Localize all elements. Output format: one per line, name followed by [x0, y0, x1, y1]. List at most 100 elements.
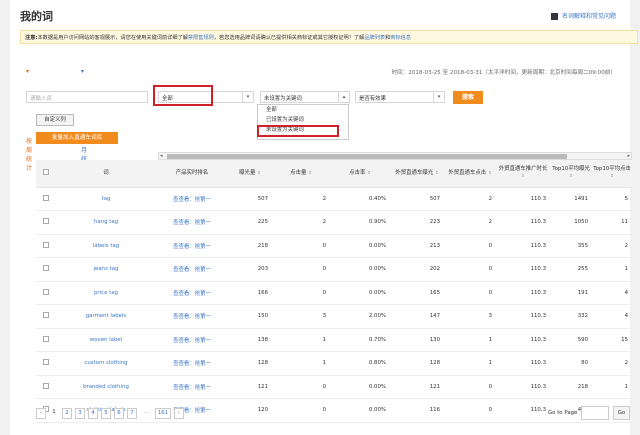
chevron-down-icon: ▾: [242, 92, 253, 102]
row-checkbox[interactable]: [43, 335, 49, 342]
rank-action-link[interactable]: 查查看：抢第一: [156, 234, 228, 258]
row-checkbox[interactable]: [43, 218, 49, 225]
keyword-cell[interactable]: tag: [56, 187, 156, 211]
col-header-top10-clicks[interactable]: Top10平均点击 ⇕: [592, 160, 632, 188]
table-row: price tag 查查看：抢第一 166 0 0.00% 165 0 110.3 191 4: [36, 281, 632, 305]
help-link[interactable]: 名词解释和常见问题: [550, 11, 616, 20]
row-checkbox[interactable]: [43, 194, 49, 201]
cell-p4p_exp: 507: [390, 187, 444, 211]
cell-ctr: 0.00%: [330, 398, 390, 423]
page-6[interactable]: 6: [114, 408, 124, 419]
row-checkbox[interactable]: [43, 288, 49, 295]
trademark-link[interactable]: 商标信息: [390, 35, 411, 41]
tab-weekly[interactable]: 按周统计 ▾: [26, 68, 32, 172]
page-7[interactable]: 7: [127, 408, 137, 419]
table-row: jeans tag 查查看：抢第一 203 0 0.00% 202 0 110.3 255 1: [36, 257, 632, 282]
col-header-top10-exposure[interactable]: Top10平均曝光 ⇕: [550, 160, 592, 188]
tab-monthly[interactable]: 按月统计 ▾: [81, 68, 87, 172]
cell-p4p_exp: 223: [390, 210, 444, 235]
keyword-cell[interactable]: price tag: [56, 281, 156, 305]
brand-list-link[interactable]: 品牌列表: [364, 35, 385, 41]
cell-top_exp: 255: [550, 257, 592, 282]
col-header-p4p-exposure[interactable]: 外贸直通车曝光 ⇕: [390, 160, 444, 188]
prev-page-button[interactable]: ‹: [36, 408, 46, 419]
row-checkbox[interactable]: [43, 265, 49, 272]
row-checkbox[interactable]: [43, 312, 49, 319]
table-row: branded clothing 查查看：抢第一 121 0 0.00% 121 0 110.…: [36, 375, 632, 399]
cell-p4p_exp: 165: [390, 281, 444, 305]
cell-exposure: 203: [228, 257, 272, 282]
page-last[interactable]: 161: [155, 408, 171, 419]
cell-top_clk: 15: [592, 328, 632, 352]
highlight-box-select1: [153, 85, 213, 106]
keyword-cell[interactable]: garment labels: [56, 304, 156, 329]
keyword-cell[interactable]: woven label: [56, 328, 156, 352]
col-header-exposure[interactable]: 曝光量 ⇕: [228, 160, 272, 188]
horizontal-scrollbar[interactable]: ◂ ▸: [158, 152, 632, 160]
select-all-checkbox[interactable]: [43, 168, 49, 175]
scrollbar-thumb[interactable]: [167, 154, 567, 159]
rank-action-link[interactable]: 查查看：抢第一: [156, 281, 228, 305]
keyword-setting-select[interactable]: 未设置为关键词 ▴: [260, 91, 350, 103]
rank-action-link[interactable]: 查查看：抢第一: [156, 304, 228, 329]
page-1[interactable]: 1: [49, 408, 59, 419]
page-3[interactable]: 3: [75, 408, 85, 419]
cell-p4p_dur: 110.3: [496, 304, 550, 329]
col-header-p4p-clicks[interactable]: 外贸直通车点击 ⇕: [444, 160, 496, 188]
keyword-cell[interactable]: jeans tag: [56, 257, 156, 282]
go-button[interactable]: Go: [613, 406, 630, 420]
keyword-table: 词 产品实时排名 曝光量 ⇕ 点击量 ⇕ 点击率 ⇕ 外贸直通车曝光 ⇕ 外贸直…: [36, 160, 632, 423]
search-button[interactable]: 搜索: [453, 91, 483, 104]
cell-exposure: 166: [228, 281, 272, 305]
rank-action-link[interactable]: 查查看：抢第一: [156, 351, 228, 376]
cell-top_exp: 80: [550, 351, 592, 376]
rank-action-link[interactable]: 查查看：抢第一: [156, 257, 228, 282]
cell-p4p_exp: 121: [390, 375, 444, 399]
rank-action-link[interactable]: 查查看：抢第一: [156, 328, 228, 352]
page-4[interactable]: 4: [88, 408, 98, 419]
page-5[interactable]: 5: [101, 408, 111, 419]
goto-label: Go to Page: [548, 410, 578, 416]
keyword-cell[interactable]: custom clothing: [56, 351, 156, 376]
col-header-p4p-duration[interactable]: 外贸直通车推广时长 ⇕: [496, 160, 550, 188]
custom-columns-button[interactable]: 自定义列: [36, 114, 74, 126]
cell-clicks: 2: [272, 187, 330, 211]
batch-add-button[interactable]: 批量加入直通车词库: [36, 132, 118, 144]
effect-select[interactable]: 是否有效果 ▾: [355, 91, 445, 103]
chevron-down-icon: ▾: [433, 92, 444, 102]
cell-top_clk: 2: [592, 351, 632, 376]
keyword-input[interactable]: 请输入词: [26, 91, 148, 103]
cell-p4p_clk: 2: [444, 187, 496, 211]
row-checkbox[interactable]: [43, 382, 49, 389]
rules-link[interactable]: 禁限售规则: [188, 35, 214, 41]
goto-page-input[interactable]: [581, 406, 609, 420]
cell-top_exp: 1050: [550, 210, 592, 235]
row-checkbox[interactable]: [43, 241, 49, 248]
keyword-cell[interactable]: branded clothing: [56, 375, 156, 399]
cell-p4p_dur: 110.3: [496, 210, 550, 235]
next-page-button[interactable]: ›: [174, 408, 184, 419]
keyword-cell[interactable]: hang tag: [56, 210, 156, 235]
cell-p4p_clk: 0: [444, 375, 496, 399]
col-header-ctr[interactable]: 点击率 ⇕: [330, 160, 390, 188]
col-header-clicks[interactable]: 点击量 ⇕: [272, 160, 330, 188]
cell-clicks: 0: [272, 281, 330, 305]
table-row: woven label 查查看：抢第一 138 1 0.70% 130 1 110.3 590 1…: [36, 328, 632, 352]
page-2[interactable]: 2: [62, 408, 72, 419]
scroll-right-icon[interactable]: ▸: [627, 153, 630, 159]
cell-p4p_exp: 130: [390, 328, 444, 352]
cell-p4p_dur: 110.3: [496, 351, 550, 376]
scroll-left-icon[interactable]: ◂: [160, 153, 163, 159]
cell-ctr: 0.00%: [330, 281, 390, 305]
cell-exposure: 128: [228, 351, 272, 376]
row-checkbox[interactable]: [43, 359, 49, 366]
cell-exposure: 121: [228, 375, 272, 399]
rank-action-link[interactable]: 查查看：抢第一: [156, 375, 228, 399]
dropdown-option-all[interactable]: 全部: [258, 105, 348, 115]
dropdown-option-set[interactable]: 已设置为关键词: [258, 115, 348, 125]
cell-ctr: 0.40%: [330, 187, 390, 211]
rank-action-link[interactable]: 查查看：抢第一: [156, 210, 228, 235]
keyword-cell[interactable]: labels tag: [56, 234, 156, 258]
cell-exposure: 150: [228, 304, 272, 329]
rank-action-link[interactable]: 查查看：抢第一: [156, 187, 228, 211]
